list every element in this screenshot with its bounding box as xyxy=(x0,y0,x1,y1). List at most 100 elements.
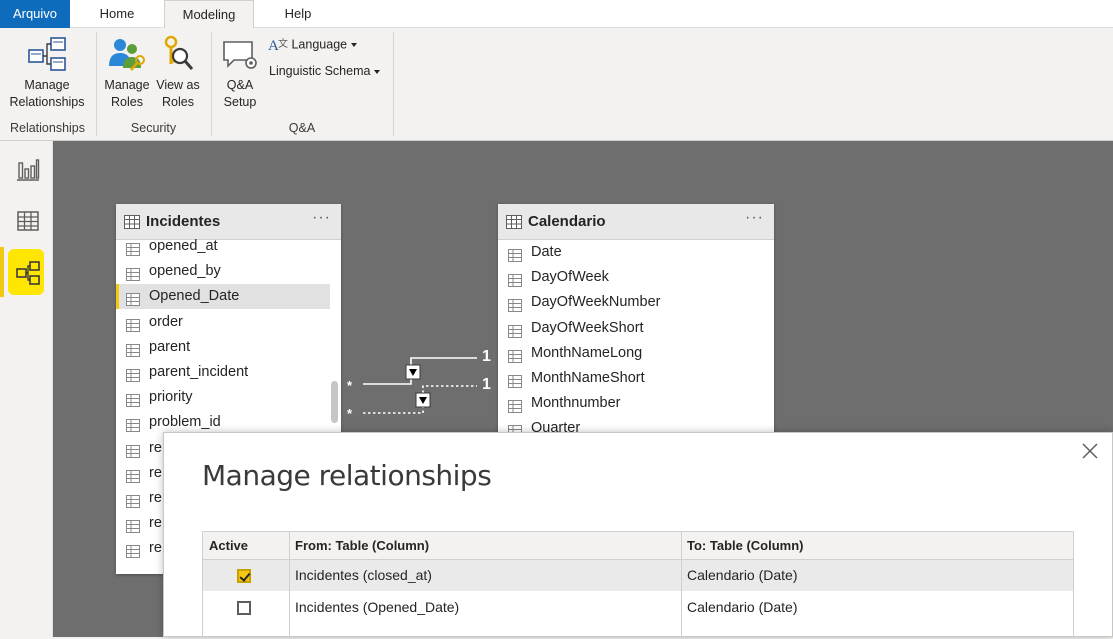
field-name: MonthNameShort xyxy=(531,370,645,386)
column-icon xyxy=(126,268,140,282)
relationship-lines[interactable] xyxy=(343,346,503,426)
manage-roles-icon xyxy=(109,39,145,71)
column-icon xyxy=(508,375,522,388)
from-cell: Incidentes (Opened_Date) xyxy=(295,599,460,615)
tab-home[interactable]: Home xyxy=(84,0,150,28)
table-field[interactable]: DayOfWeekShort xyxy=(498,316,774,341)
table-field[interactable]: DayOfWeekNumber xyxy=(498,290,774,315)
column-divider xyxy=(289,532,290,639)
field-name: order xyxy=(149,313,183,330)
qa-setup-label-2: Setup xyxy=(223,95,257,109)
field-name: DayOfWeekShort xyxy=(531,319,644,336)
field-name: opened_by xyxy=(149,263,221,280)
chevron-down-icon xyxy=(351,43,358,47)
manage-relationships-button[interactable]: Manage Relationships xyxy=(4,34,90,111)
nav-active-indicator xyxy=(0,247,4,297)
column-icon xyxy=(126,394,140,408)
qa-setup-button[interactable]: Q&A Setup xyxy=(216,34,264,111)
group-divider xyxy=(393,32,394,136)
group-label-qa: Q&A xyxy=(288,121,316,135)
close-icon[interactable] xyxy=(1080,441,1100,461)
chevron-down-icon xyxy=(374,69,381,74)
model-view-icon[interactable] xyxy=(14,259,42,287)
table-icon xyxy=(124,215,140,229)
column-icon xyxy=(126,469,140,483)
table-field[interactable]: order xyxy=(116,310,330,335)
left-navigation xyxy=(0,141,53,637)
column-icon xyxy=(126,369,140,382)
column-header-to[interactable]: To: Table (Column) xyxy=(687,538,804,553)
manage-relationships-label-2: Relationships xyxy=(9,95,85,109)
language-dropdown[interactable]: A 文 Language xyxy=(268,36,358,54)
column-icon xyxy=(508,400,522,414)
table-field[interactable]: Opened_Date xyxy=(116,284,330,310)
table-title: Calendario xyxy=(528,213,606,230)
column-icon xyxy=(126,495,140,508)
column-icon xyxy=(508,324,522,338)
ribbon: Manage Relationships Relationships Manag… xyxy=(0,28,1113,141)
table-field[interactable]: priority xyxy=(116,385,330,410)
tab-file[interactable]: Arquivo xyxy=(0,0,70,28)
table-row[interactable]: Incidentes (Opened_Date) Calendario (Date… xyxy=(203,592,1073,623)
cardinality-many-label: * xyxy=(347,378,353,393)
table-field[interactable]: MonthNameLong xyxy=(498,341,774,366)
field-name: DayOfWeekNumber xyxy=(531,294,661,311)
table-title: Incidentes xyxy=(146,213,221,230)
tab-help[interactable]: Help xyxy=(268,0,328,28)
scrollbar-thumb[interactable] xyxy=(331,381,338,423)
field-name: re xyxy=(149,490,162,506)
qa-setup-label-1: Q&A xyxy=(226,78,254,92)
column-icon xyxy=(126,318,140,332)
manage-roles-label-2: Roles xyxy=(111,95,143,109)
field-name: re xyxy=(149,439,162,456)
active-checkbox[interactable] xyxy=(237,569,251,583)
column-icon xyxy=(126,520,140,534)
manage-roles-button[interactable]: Manage Roles xyxy=(101,34,153,111)
more-options-icon[interactable]: ··· xyxy=(312,209,331,227)
cardinality-many-label: * xyxy=(347,406,353,421)
table-row[interactable]: Incidentes (closed_at) Calendario (Date) xyxy=(203,560,1073,591)
table-field[interactable]: parent xyxy=(116,335,330,360)
view-as-roles-label-1: View as xyxy=(156,78,200,92)
view-as-roles-icon xyxy=(164,35,194,70)
column-icon xyxy=(508,349,522,363)
field-name: Monthnumber xyxy=(531,395,621,412)
field-name: re xyxy=(149,540,162,557)
svg-text:文: 文 xyxy=(278,37,288,50)
table-card-calendario[interactable]: Calendario ··· Date DayOfWeek DayOfWeekNum… xyxy=(498,204,774,436)
column-icon xyxy=(126,444,140,458)
tab-modeling[interactable]: Modeling xyxy=(164,0,254,29)
linguistic-schema-label: Linguistic Schema xyxy=(269,64,371,78)
field-name: DayOfWeek xyxy=(531,269,609,286)
view-as-roles-button[interactable]: View as Roles xyxy=(154,34,202,111)
table-field[interactable]: DayOfWeek xyxy=(498,265,774,290)
language-label: Language xyxy=(291,37,348,52)
qa-setup-icon xyxy=(223,41,257,69)
column-header-active[interactable]: Active xyxy=(209,538,248,553)
relationships-table: Active From: Table (Column) To: Table (C… xyxy=(202,531,1074,639)
table-field[interactable]: opened_by xyxy=(116,259,330,284)
field-name: MonthNameLong xyxy=(531,344,643,361)
linguistic-schema-dropdown[interactable]: Linguistic Schema xyxy=(269,64,381,78)
more-options-icon[interactable]: ··· xyxy=(745,209,764,227)
column-icon xyxy=(508,249,522,262)
column-icon xyxy=(126,545,140,559)
report-view-icon[interactable] xyxy=(14,155,42,183)
table-field[interactable]: MonthNameShort xyxy=(498,366,774,391)
ribbon-tab-bar: Arquivo Home Modeling Help xyxy=(0,0,1113,29)
column-header-from[interactable]: From: Table (Column) xyxy=(295,538,429,553)
to-cell: Calendario (Date) xyxy=(687,567,798,583)
table-field[interactable]: opened_at xyxy=(116,234,330,259)
table-header: Active From: Table (Column) To: Table (C… xyxy=(203,532,1073,560)
manage-relationships-label-1: Manage xyxy=(24,78,70,92)
table-field[interactable]: Date xyxy=(498,240,774,265)
group-label-relationships: Relationships xyxy=(9,121,86,135)
field-name: parent_incident xyxy=(149,364,249,380)
field-name: re xyxy=(149,515,162,532)
table-field[interactable]: parent_incident xyxy=(116,360,330,385)
table-card-header[interactable]: Calendario ··· xyxy=(498,204,774,240)
table-field[interactable]: Monthnumber xyxy=(498,391,774,416)
column-icon xyxy=(508,274,522,288)
active-checkbox[interactable] xyxy=(237,601,251,615)
data-view-icon[interactable] xyxy=(14,207,42,235)
